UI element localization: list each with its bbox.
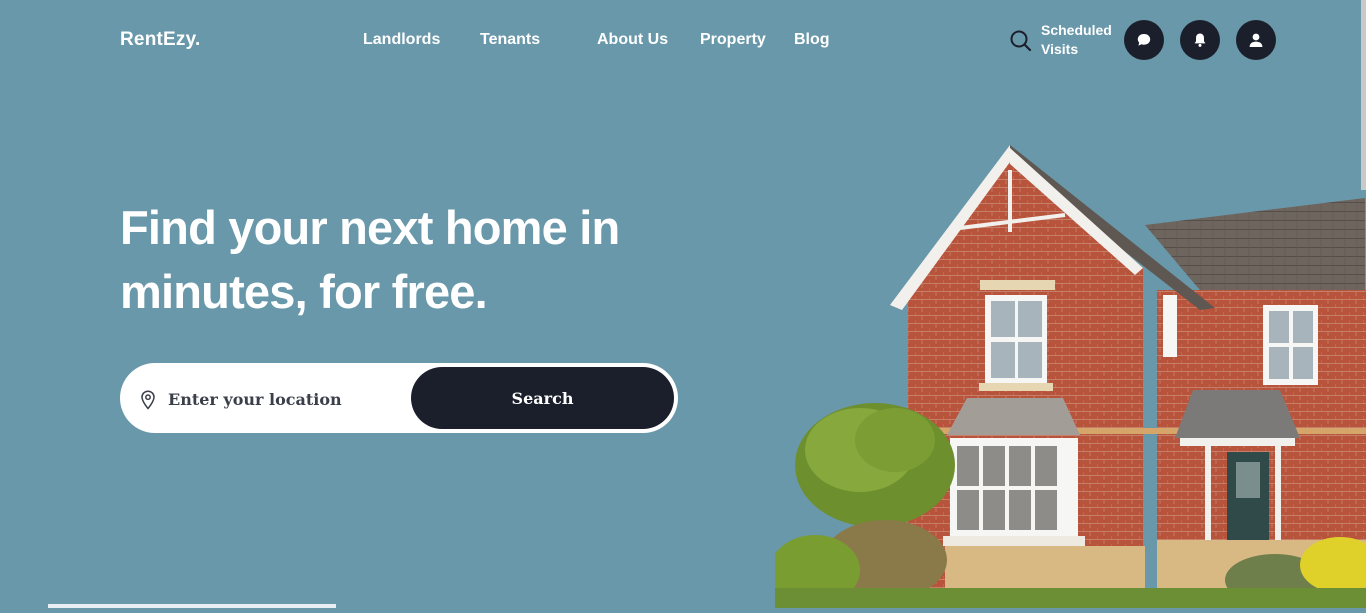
chat-button[interactable]: [1124, 20, 1164, 60]
nav-blog[interactable]: Blog: [794, 31, 830, 49]
bell-icon: [1194, 33, 1206, 47]
scheduled-visits-line1: Scheduled: [1041, 22, 1112, 38]
page-scrollbar[interactable]: [1361, 0, 1366, 190]
hero-title-line1: Find your next home in: [120, 201, 620, 254]
brand-logo[interactable]: RentEzy.: [120, 29, 200, 51]
chat-icon: [1137, 34, 1151, 46]
location-input[interactable]: [166, 381, 410, 417]
hero-title: Find your next home in minutes, for free…: [120, 196, 680, 324]
scheduled-visits-link[interactable]: Scheduled Visits: [1041, 21, 1112, 59]
nav-about-us[interactable]: About Us: [597, 31, 668, 49]
profile-button[interactable]: [1236, 20, 1276, 60]
house-image: [770, 140, 1366, 608]
nav-property[interactable]: Property: [700, 31, 766, 49]
search-button[interactable]: Search: [411, 367, 674, 429]
location-pin-icon: [141, 390, 155, 410]
user-icon: [1249, 33, 1263, 47]
hero-title-line2: minutes, for free.: [120, 265, 488, 318]
location-search-bar: Search: [120, 363, 678, 433]
nav-landlords[interactable]: Landlords: [363, 31, 440, 49]
search-icon[interactable]: [1008, 28, 1034, 54]
notifications-button[interactable]: [1180, 20, 1220, 60]
nav-tenants[interactable]: Tenants: [480, 31, 540, 49]
scheduled-visits-line2: Visits: [1041, 41, 1079, 57]
bottom-divider: [48, 604, 336, 608]
